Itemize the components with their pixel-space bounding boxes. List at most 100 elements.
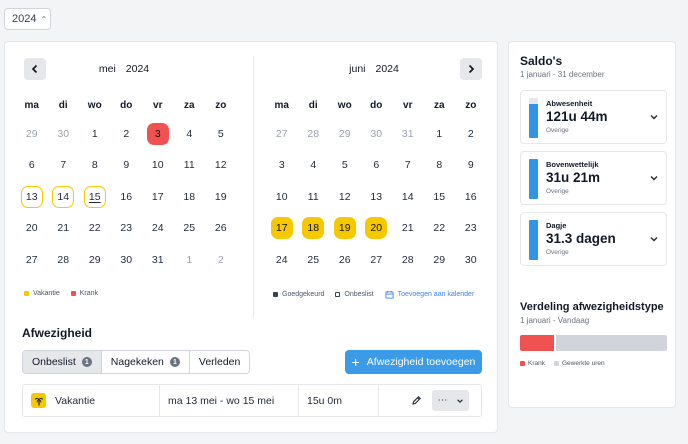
calendar-day[interactable]: 31	[142, 244, 174, 276]
calendar-day[interactable]: 9	[111, 150, 143, 182]
calendar-day[interactable]: 4	[298, 150, 330, 182]
prev-month-button[interactable]	[24, 58, 46, 80]
day-number: 1	[436, 127, 443, 140]
calendar-day[interactable]: 11	[174, 150, 206, 182]
day-number: 30	[370, 127, 383, 140]
calendar-day[interactable]: 20	[361, 213, 393, 245]
calendar-day[interactable]: 7	[48, 150, 80, 182]
next-month-button[interactable]	[460, 58, 482, 80]
calendar-day[interactable]: 20	[16, 213, 48, 245]
calendar-day[interactable]: 30	[455, 244, 487, 276]
calendar-day[interactable]: 6	[16, 150, 48, 182]
calendar-day[interactable]: 21	[392, 213, 424, 245]
calendar-day[interactable]: 2	[455, 118, 487, 150]
calendar-day[interactable]: 23	[111, 213, 143, 245]
absence-row[interactable]: Vakantie ma 13 mei - wo 15 mei 15u 0m ⋯	[22, 384, 482, 417]
chevron-down-icon	[650, 115, 658, 120]
calendar-day[interactable]: 26	[205, 213, 237, 245]
calendar-day[interactable]: 12	[205, 150, 237, 182]
calendar-day[interactable]: 29	[16, 118, 48, 150]
calendar-day[interactable]: 24	[266, 244, 298, 276]
calendar-day[interactable]: 10	[142, 150, 174, 182]
calendar-day[interactable]: 28	[48, 244, 80, 276]
more-actions-button[interactable]: ⋯	[432, 390, 469, 411]
legend-swatch	[70, 291, 76, 296]
weekday-label: ma	[274, 100, 289, 111]
calendar-day[interactable]: 22	[424, 213, 456, 245]
calendar-day[interactable]: 30	[48, 118, 80, 150]
calendar-day[interactable]: 30	[361, 118, 393, 150]
calendar-day[interactable]: 16	[455, 181, 487, 213]
calendar-day[interactable]: 29	[329, 118, 361, 150]
balance-card-day[interactable]: Dagje 31.3 dagen Overige	[520, 212, 667, 266]
calendar-day[interactable]: 1	[79, 118, 111, 150]
year-select[interactable]: 2024 ⌃	[4, 8, 51, 30]
day-number: 29	[88, 253, 101, 266]
calendar-day[interactable]: 28	[298, 118, 330, 150]
balance-card-statutory[interactable]: Bovenwettelijk 31u 21m Overige	[520, 151, 667, 205]
calendar-day[interactable]: 30	[111, 244, 143, 276]
calendar-day[interactable]: 11	[298, 181, 330, 213]
tab-unreviewed[interactable]: Onbeslist 1	[23, 351, 102, 373]
tab-reviewed[interactable]: Nagekeken 1	[101, 351, 190, 373]
more-dots-icon: ⋯	[437, 395, 448, 406]
calendar-day[interactable]: 6	[361, 150, 393, 182]
calendar-day[interactable]: 19	[205, 181, 237, 213]
calendar-day[interactable]: 17	[142, 181, 174, 213]
calendar-day[interactable]: 31	[392, 118, 424, 150]
calendar-day[interactable]: 13	[16, 181, 48, 213]
calendar-day[interactable]: 2	[205, 244, 237, 276]
calendar-day[interactable]: 28	[392, 244, 424, 276]
absence-actions-cell: ⋯	[379, 385, 469, 416]
calendar-day[interactable]: 3	[142, 118, 174, 150]
calendar-day[interactable]: 9	[455, 150, 487, 182]
calendar-day[interactable]: 1	[424, 118, 456, 150]
calendar-day[interactable]: 15	[424, 181, 456, 213]
calendar-day[interactable]: 24	[142, 213, 174, 245]
calendar-day[interactable]: 8	[424, 150, 456, 182]
chevron-down-icon	[650, 237, 658, 242]
calendar-day[interactable]: 25	[298, 244, 330, 276]
edit-pencil-icon[interactable]	[411, 395, 422, 406]
day-number: 6	[373, 159, 380, 172]
add-to-calendar-link[interactable]: Toevoegen aan kalender	[385, 290, 474, 299]
calendar-day[interactable]: 16	[111, 181, 143, 213]
day-number: 29	[433, 253, 446, 266]
calendar-day[interactable]: 27	[266, 118, 298, 150]
calendar-day[interactable]: 3	[266, 150, 298, 182]
calendar-day[interactable]: 14	[392, 181, 424, 213]
calendar-day[interactable]: 23	[455, 213, 487, 245]
calendar-day[interactable]: 27	[361, 244, 393, 276]
calendar-day[interactable]: 21	[48, 213, 80, 245]
calendar-day[interactable]: 18	[298, 213, 330, 245]
calendar-day[interactable]: 5	[205, 118, 237, 150]
calendar-day[interactable]: 14	[48, 181, 80, 213]
calendar-day[interactable]: 2	[111, 118, 143, 150]
day-number: 30	[120, 253, 133, 266]
tab-past[interactable]: Verleden	[189, 351, 250, 373]
calendar-day[interactable]: 15	[79, 181, 111, 213]
day-number: 2	[123, 127, 130, 140]
calendar-day[interactable]: 29	[79, 244, 111, 276]
balance-card-absence[interactable]: Abwesenheit 121u 44m Overige	[520, 90, 667, 144]
calendar-day[interactable]: 25	[174, 213, 206, 245]
calendar-day[interactable]: 5	[329, 150, 361, 182]
calendar-day[interactable]: 8	[79, 150, 111, 182]
calendar-day[interactable]: 19	[329, 213, 361, 245]
calendar-day[interactable]: 22	[79, 213, 111, 245]
month-label: juni	[349, 63, 366, 75]
calendar-divider	[253, 56, 254, 318]
calendar-day[interactable]: 26	[329, 244, 361, 276]
calendar-day[interactable]: 4	[174, 118, 206, 150]
add-absence-button[interactable]: + Afwezigheid toevoegen	[345, 350, 482, 374]
calendar-day[interactable]: 17	[266, 213, 298, 245]
calendar-day[interactable]: 1	[174, 244, 206, 276]
day-number: 31	[151, 253, 164, 266]
calendar-day[interactable]: 29	[424, 244, 456, 276]
calendar-day[interactable]: 7	[392, 150, 424, 182]
calendar-day[interactable]: 10	[266, 181, 298, 213]
calendar-day[interactable]: 27	[16, 244, 48, 276]
calendar-day[interactable]: 18	[174, 181, 206, 213]
calendar-day[interactable]: 12	[329, 181, 361, 213]
calendar-day[interactable]: 13	[361, 181, 393, 213]
